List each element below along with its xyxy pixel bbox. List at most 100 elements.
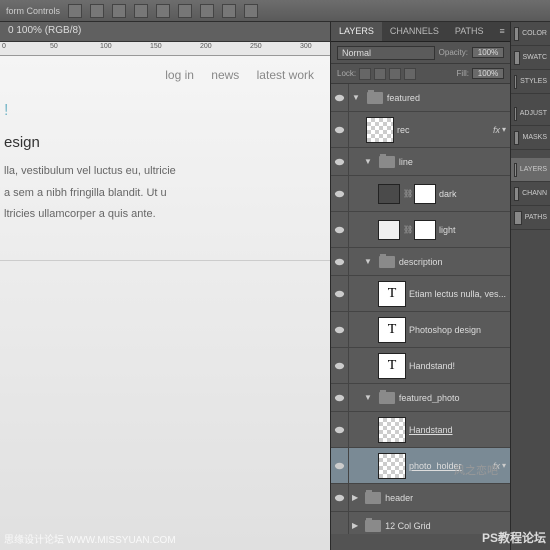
dock-color[interactable]: COLOR (511, 22, 550, 46)
canvas[interactable]: log in news latest work ! esign lla, ves… (0, 56, 330, 550)
link-icon[interactable]: ⛓ (403, 225, 411, 234)
tool-icon[interactable] (178, 4, 192, 18)
layer-name[interactable]: rec (397, 125, 493, 135)
adjust-icon (514, 107, 517, 121)
visibility-toggle[interactable] (331, 276, 349, 311)
disclosure-arrow[interactable]: ▶ (349, 493, 361, 502)
mask-thumb[interactable] (414, 220, 436, 240)
layer-thumb[interactable] (378, 184, 400, 204)
watermark: PS教程论坛 (482, 529, 546, 546)
tool-icon[interactable] (112, 4, 126, 18)
tab-layers[interactable]: LAYERS (331, 22, 382, 41)
visibility-toggle[interactable] (331, 148, 349, 175)
tool-icon[interactable] (244, 4, 258, 18)
lock-position-icon[interactable] (389, 68, 401, 80)
layer-group-description[interactable]: ▼ description (331, 248, 510, 276)
visibility-toggle[interactable] (331, 348, 349, 383)
nav-latest: latest work (257, 68, 314, 82)
layer-name[interactable]: header (385, 493, 510, 503)
opacity-label: Opacity: (439, 48, 468, 57)
visibility-toggle[interactable] (331, 484, 349, 511)
text-layer-icon[interactable]: T (378, 281, 406, 307)
layer-name[interactable]: dark (439, 189, 510, 199)
lock-transparent-icon[interactable] (359, 68, 371, 80)
layer-text-psdesign[interactable]: T Photoshop design (331, 312, 510, 348)
layer-group-header[interactable]: ▶ header (331, 484, 510, 512)
layer-name[interactable]: description (399, 257, 510, 267)
visibility-toggle[interactable] (331, 176, 349, 211)
visibility-toggle[interactable] (331, 512, 349, 534)
text-layer-icon[interactable]: T (378, 353, 406, 379)
chevron-down-icon[interactable]: ▾ (502, 461, 510, 470)
layer-group-line[interactable]: ▼ line (331, 148, 510, 176)
opacity-input[interactable]: 100% (472, 47, 504, 58)
layer-name[interactable]: Photoshop design (409, 325, 510, 335)
layer-group-featured-photo[interactable]: ▼ featured_photo (331, 384, 510, 412)
visibility-toggle[interactable] (331, 112, 349, 147)
layer-name[interactable]: Etiam lectus nulla, ves... (409, 289, 510, 299)
folder-icon (379, 256, 395, 268)
fill-input[interactable]: 100% (472, 68, 504, 79)
layer-thumb[interactable] (378, 220, 400, 240)
dock-layers[interactable]: LAYERS (511, 158, 550, 182)
dock-styles[interactable]: STYLES (511, 70, 550, 94)
disclosure-arrow[interactable]: ▶ (349, 521, 361, 530)
options-bar[interactable]: form Controls (0, 0, 550, 22)
layer-dark[interactable]: ⛓ dark (331, 176, 510, 212)
layer-name[interactable]: featured (387, 93, 510, 103)
masks-icon (514, 131, 519, 145)
link-icon[interactable]: ⛓ (403, 189, 411, 198)
disclosure-arrow[interactable]: ▼ (361, 157, 375, 166)
tab-paths[interactable]: PATHS (447, 22, 492, 41)
folder-icon (365, 520, 381, 532)
layer-light[interactable]: ⛓ light (331, 212, 510, 248)
folder-icon (365, 492, 381, 504)
tool-icon[interactable] (134, 4, 148, 18)
visibility-toggle[interactable] (331, 84, 349, 111)
dock-masks[interactable]: MASKS (511, 126, 550, 150)
tool-icon[interactable] (200, 4, 214, 18)
layer-name[interactable]: Handstand (409, 425, 510, 435)
visibility-toggle[interactable] (331, 248, 349, 275)
layer-thumb[interactable] (378, 417, 406, 443)
tool-icon[interactable] (68, 4, 82, 18)
tab-channels[interactable]: CHANNELS (382, 22, 447, 41)
layer-name[interactable]: featured_photo (399, 393, 510, 403)
lock-all-icon[interactable] (404, 68, 416, 80)
dock-adjustments[interactable]: ADJUST (511, 102, 550, 126)
layer-text-etiam[interactable]: T Etiam lectus nulla, ves... (331, 276, 510, 312)
mask-thumb[interactable] (414, 184, 436, 204)
lock-image-icon[interactable] (374, 68, 386, 80)
layer-name[interactable]: light (439, 225, 510, 235)
layer-handstand-smart[interactable]: Handstand (331, 412, 510, 448)
dock-paths[interactable]: PATHS (511, 206, 550, 230)
panel-menu-icon[interactable]: ≡ (492, 22, 512, 41)
disclosure-arrow[interactable]: ▼ (349, 93, 363, 102)
chevron-down-icon[interactable]: ▾ (502, 125, 510, 134)
text-layer-icon[interactable]: T (378, 317, 406, 343)
dock-panel: COLOR SWATC STYLES ADJUST MASKS LAYERS C… (510, 22, 550, 550)
visibility-toggle[interactable] (331, 384, 349, 411)
layer-text-handstand[interactable]: T Handstand! (331, 348, 510, 384)
layer-rec[interactable]: rec fx ▾ (331, 112, 510, 148)
dock-channels[interactable]: CHANN (511, 182, 550, 206)
layer-name[interactable]: Handstand! (409, 361, 510, 371)
folder-icon (367, 92, 383, 104)
layer-thumb[interactable] (378, 453, 406, 479)
layer-thumb[interactable] (366, 117, 394, 143)
tool-icon[interactable] (222, 4, 236, 18)
layer-group-featured[interactable]: ▼ featured (331, 84, 510, 112)
layer-name[interactable]: line (399, 157, 510, 167)
blend-mode-select[interactable]: Normal (337, 46, 435, 60)
dock-swatches[interactable]: SWATC (511, 46, 550, 70)
page-body-line: a sem a nibh fringilla blandit. Ut u (0, 183, 330, 205)
visibility-toggle[interactable] (331, 312, 349, 347)
tool-icon[interactable] (90, 4, 104, 18)
fx-badge[interactable]: fx (493, 125, 502, 135)
tool-icon[interactable] (156, 4, 170, 18)
visibility-toggle[interactable] (331, 448, 349, 483)
disclosure-arrow[interactable]: ▼ (361, 393, 375, 402)
visibility-toggle[interactable] (331, 412, 349, 447)
disclosure-arrow[interactable]: ▼ (361, 257, 375, 266)
visibility-toggle[interactable] (331, 212, 349, 247)
